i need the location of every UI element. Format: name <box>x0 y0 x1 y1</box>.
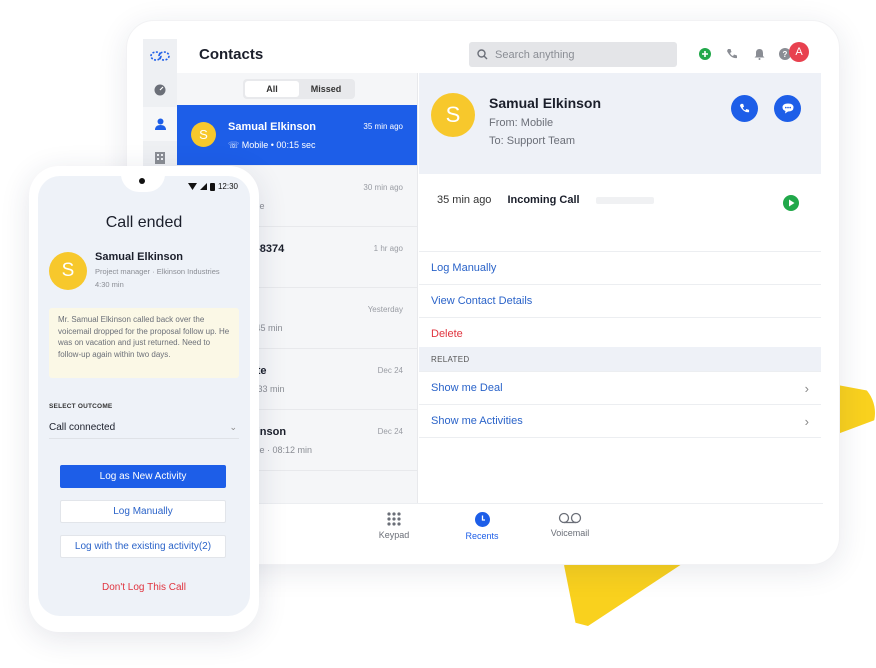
call-name: Samual Elkinson <box>228 121 317 133</box>
camera-icon <box>139 178 145 184</box>
chevron-down-icon: ⌄ <box>229 422 237 432</box>
related-header: RELATED <box>419 347 821 371</box>
logo-icon[interactable] <box>143 39 177 73</box>
call-filter: All Missed <box>243 79 355 99</box>
log-existing-activity-button[interactable]: Log with the existing activity(2) <box>60 535 226 558</box>
contact-name: Samual Elkinson <box>95 251 184 263</box>
tab-missed[interactable]: Missed <box>299 81 353 97</box>
nav-voicemail[interactable]: Voicemail <box>535 512 605 538</box>
avatar: S <box>191 122 216 147</box>
log-manually-button[interactable]: Log Manually <box>60 500 226 523</box>
call-from: From: Mobile <box>489 117 554 129</box>
call-summary: 35 min ago Incoming Call <box>437 194 654 206</box>
decorative-shape <box>563 560 688 626</box>
avatar: S <box>49 252 87 290</box>
view-contact-details-link[interactable]: View Contact Details <box>419 284 821 317</box>
divider <box>419 437 821 438</box>
voicemail-icon <box>558 512 582 524</box>
search-input[interactable]: Search anything <box>469 42 677 67</box>
call-ended-title: Call ended <box>105 214 183 231</box>
contact-header: S Samual Elkinson From: Mobile To: Suppo… <box>419 73 821 174</box>
bottom-nav: Keypad Recents Voicemail <box>177 503 823 549</box>
log-manually-link[interactable]: Log Manually <box>419 251 821 284</box>
call-to: To: Support Team <box>489 135 576 147</box>
play-icon <box>788 199 794 207</box>
call-time: 1 hr ago <box>373 244 403 253</box>
nav-label: Recents <box>465 531 499 541</box>
call-time: 30 min ago <box>363 183 403 192</box>
phone-screen: 12:30 Call ended S Samual Elkinson Proje… <box>38 176 250 616</box>
show-activities-link[interactable]: Show me Activities › <box>419 404 821 437</box>
call-time: 35 min ago <box>437 194 492 206</box>
tab-all[interactable]: All <box>245 81 299 97</box>
play-recording-button[interactable] <box>783 195 799 211</box>
add-icon[interactable] <box>698 47 712 61</box>
contact-role: Project manager · Elkinson Industries <box>95 267 220 276</box>
call-time: Dec 24 <box>377 427 403 436</box>
phone-icon[interactable] <box>725 47 739 61</box>
nav-recents[interactable]: Recents <box>447 512 517 541</box>
show-deal-label: Show me Deal <box>431 382 503 394</box>
message-button[interactable] <box>774 95 801 122</box>
incoming-call-icon: ☏ <box>228 140 242 150</box>
dont-log-button[interactable]: Don't Log This Call <box>38 582 250 593</box>
phone-icon <box>739 103 750 113</box>
audio-waveform <box>595 196 654 204</box>
svg-text:?: ? <box>783 50 788 59</box>
phone-frame: 12:30 Call ended S Samual Elkinson Proje… <box>29 166 259 632</box>
status-bar: 12:30 <box>187 182 238 191</box>
call-row[interactable]: S Samual Elkinson ☏ Mobile • 00:15 sec 3… <box>177 105 417 166</box>
nav-label: Voicemail <box>550 528 590 538</box>
chat-icon <box>782 103 793 114</box>
call-time: Yesterday <box>367 305 403 314</box>
search-placeholder: Search anything <box>495 48 575 61</box>
avatar: S <box>431 93 475 137</box>
search-icon <box>477 49 488 60</box>
contact-name: Samual Elkinson <box>489 95 602 111</box>
clock-icon <box>474 512 490 527</box>
chevron-right-icon: › <box>804 380 809 396</box>
keypad-icon <box>387 512 401 526</box>
user-avatar[interactable]: A <box>789 42 809 62</box>
bell-icon[interactable] <box>752 47 766 61</box>
call-note[interactable]: Mr. Samual Elkinson called back over the… <box>49 308 239 378</box>
top-bar: Contacts Search anything ? A <box>177 39 823 73</box>
call-button[interactable] <box>731 95 758 122</box>
log-new-activity-button[interactable]: Log as New Activity <box>60 465 226 488</box>
status-time: 12:30 <box>217 182 238 191</box>
wifi-icon <box>187 183 197 190</box>
outcome-select[interactable]: Call connected ⌄ <box>49 422 239 439</box>
call-duration: 4:30 min <box>95 280 124 289</box>
dashboard-icon[interactable] <box>143 73 177 107</box>
call-detail: S Samual Elkinson From: Mobile To: Suppo… <box>419 73 823 503</box>
call-sub: ☏ Mobile • 00:15 sec <box>228 140 315 151</box>
delete-link[interactable]: Delete <box>419 317 821 350</box>
call-type: Incoming Call <box>507 194 580 206</box>
call-sub-text: Mobile • 00:15 sec <box>241 140 316 150</box>
chevron-right-icon: › <box>804 413 809 429</box>
call-time: Dec 24 <box>377 366 403 375</box>
contacts-icon[interactable] <box>143 107 177 141</box>
battery-icon <box>209 182 215 191</box>
outcome-value: Call connected <box>49 422 116 433</box>
outcome-label: SELECT OUTCOME <box>49 403 113 410</box>
show-deal-link[interactable]: Show me Deal › <box>419 371 821 404</box>
nav-keypad[interactable]: Keypad <box>359 512 429 540</box>
show-activities-label: Show me Activities <box>431 415 523 427</box>
nav-label: Keypad <box>378 530 410 540</box>
signal-icon <box>199 183 207 190</box>
call-time: 35 min ago <box>363 122 403 131</box>
page-title: Contacts <box>199 46 264 63</box>
